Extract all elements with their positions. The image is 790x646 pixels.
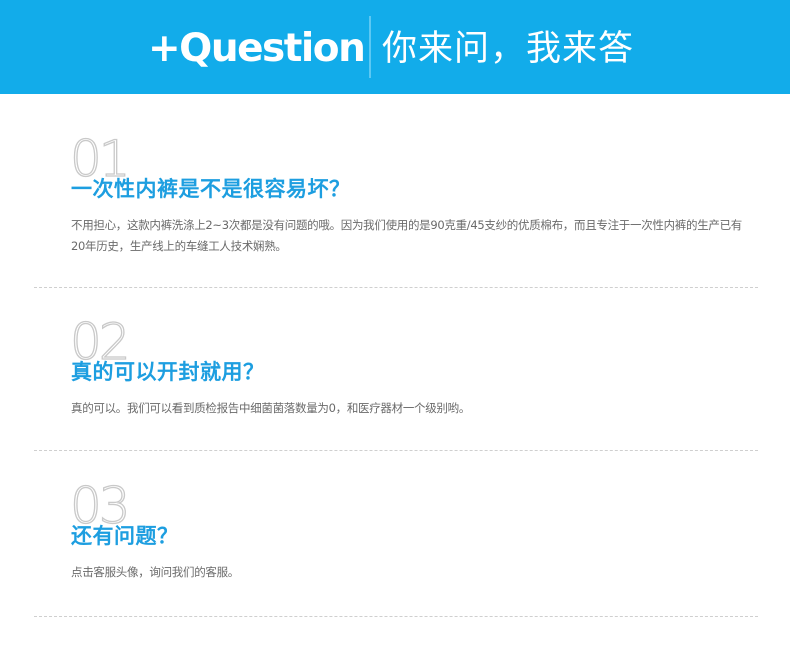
qa-answer: 真的可以。我们可以看到质检报告中细菌菌落数量为0，和医疗器材一个级别哟。 bbox=[71, 401, 471, 415]
qa-question: 真的可以开封就用？ bbox=[71, 360, 265, 384]
qa-answer: 点击客服头像，询问我们的客服。 bbox=[71, 565, 239, 579]
section-divider bbox=[34, 450, 758, 451]
header-banner: +Question 你来问，我来答 bbox=[0, 0, 790, 94]
section-divider bbox=[34, 616, 758, 617]
qa-answer: 不用担心，这款内裤洗涤上2~3次都是没有问题的哦。因为我们使用的是90克重/45… bbox=[71, 218, 743, 253]
qa-question: 一次性内裤是不是很容易坏？ bbox=[71, 177, 351, 201]
header-divider bbox=[369, 16, 371, 78]
section-divider bbox=[34, 287, 758, 288]
qa-question: 还有问题？ bbox=[71, 524, 179, 548]
header-brand-title: +Question bbox=[148, 26, 366, 71]
header-subtitle: 你来问，我来答 bbox=[382, 29, 635, 69]
